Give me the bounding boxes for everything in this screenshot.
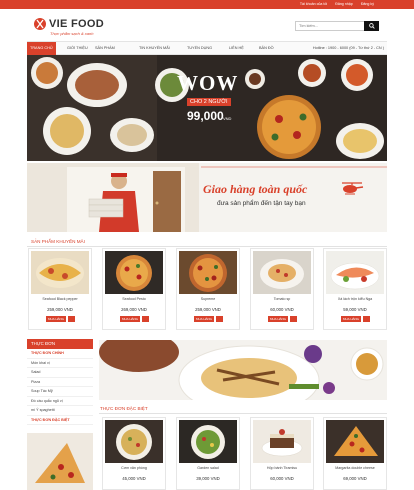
buy-button[interactable]: MUA HÀNG (120, 316, 141, 322)
buy-button[interactable]: MUA HÀNG (341, 316, 362, 322)
special-name[interactable]: Hộp bánh Tiramisu (251, 466, 313, 470)
product-name[interactable]: Tomato sp (251, 297, 313, 301)
buy-button[interactable]: MUA HÀNG (194, 316, 215, 322)
special-card[interactable]: Garden salad 39,000 VND (176, 417, 240, 490)
fork-knife-logo-icon (34, 18, 46, 30)
special-name[interactable]: Garden salad (177, 466, 239, 470)
special-image[interactable] (179, 420, 237, 463)
cart-icon[interactable] (290, 316, 297, 322)
search-input[interactable] (296, 22, 364, 30)
cart-icon[interactable] (142, 316, 149, 322)
nav-contact[interactable]: LIÊN HỆ (229, 42, 244, 55)
banner-headline: WOW (177, 71, 239, 95)
sidebar-promo-image[interactable] (27, 433, 93, 490)
sidebar-item-spaghetti[interactable]: mì Ý spaghetti (27, 406, 93, 416)
product-name[interactable]: Seafood Pesto (103, 297, 165, 301)
special-price: 69,000 VND (343, 476, 367, 481)
sidebar-item-salad[interactable]: Salad (27, 368, 93, 378)
brand-name[interactable]: VIE FOOD (49, 18, 104, 30)
product-image[interactable] (105, 251, 163, 294)
product-price: 60,000 VND (270, 307, 294, 312)
search-icon (368, 23, 375, 29)
product-name[interactable]: Seafood Black pepper (29, 297, 91, 301)
nav-promotions[interactable]: TIN KHUYẾN MÃI (139, 42, 170, 55)
hero-banner[interactable]: WOW CHO 2 NGƯỜI 99,000 VND (27, 55, 387, 161)
special-price: 39,000 VND (196, 476, 220, 481)
product-card[interactable]: Xá lách trộn kiểu Nga 59,000 VND MUA HÀN… (323, 248, 387, 330)
special-menu-banner[interactable] (99, 340, 387, 400)
special-divider (99, 413, 387, 414)
banner-currency: VND (223, 116, 232, 121)
promo-divider (27, 246, 387, 247)
special-image[interactable] (253, 420, 311, 463)
brand-tagline: Thực phẩm sạch & xanh (50, 31, 94, 36)
top-bar: Tài khoản của tôi Đăng nhập Đăng ký (0, 0, 414, 9)
helicopter-icon (342, 182, 364, 195)
product-price: 259,000 VND (47, 307, 73, 312)
special-price: 45,000 VND (122, 476, 146, 481)
buy-button[interactable]: MUA HÀNG (268, 316, 289, 322)
register-link[interactable]: Đăng ký (361, 2, 374, 6)
sidebar-item-soup[interactable]: Soup Tác Mỹ (27, 387, 93, 397)
nav-map[interactable]: BẢN ĐỒ (259, 42, 274, 55)
product-image[interactable] (253, 251, 311, 294)
main-nav: TRANG CHỦ GIỚI THIỆU SẢN PHẨM TIN KHUYẾN… (27, 41, 387, 55)
sidebar-item-grill[interactable]: Đồ cầu quắc ngũ vị (27, 397, 93, 406)
login-link[interactable]: Đăng nhập (335, 2, 353, 6)
special-image[interactable] (105, 420, 163, 463)
special-name[interactable]: Margarita double cheese (324, 466, 386, 470)
product-image[interactable] (179, 251, 237, 294)
nav-careers[interactable]: TUYỂN DỤNG (187, 42, 212, 55)
sidebar-menu: THỰC ĐƠN THỰC ĐƠN CHÍNH Món khai vị Sala… (27, 339, 93, 425)
special-section-title: THỰC ĐƠN ĐẶC BIỆT (100, 406, 148, 411)
product-image[interactable] (326, 251, 384, 294)
nav-home[interactable]: TRANG CHỦ (27, 42, 56, 55)
product-image[interactable] (31, 251, 89, 294)
cart-icon[interactable] (216, 316, 223, 322)
delivery-subtitle: đưa sản phẩm đến tận tay bạn (217, 200, 306, 207)
buy-button[interactable]: MUA HÀNG (46, 316, 67, 322)
hotline-text: Hotline : 1900 - 6000 (09 - Từ thứ 2 - C… (312, 46, 384, 50)
special-card[interactable]: Margarita double cheese 69,000 VND (323, 417, 387, 490)
promo-section-title: SẢN PHẨM KHUYẾN MÃI (31, 239, 85, 244)
nav-about[interactable]: GIỚI THIỆU (67, 42, 88, 55)
sidebar-item-special-menu[interactable]: THỰC ĐƠN ĐẶC BIỆT (27, 416, 93, 425)
product-price: 259,000 VND (195, 307, 221, 312)
special-image[interactable] (326, 420, 384, 463)
special-name[interactable]: Cơm văn phòng (103, 466, 165, 470)
delivery-title: Giao hàng toàn quốc (203, 182, 308, 196)
sidebar-item-main-menu[interactable]: THỰC ĐƠN CHÍNH (27, 349, 93, 359)
header: VIE FOOD Thực phẩm sạch & xanh (27, 9, 387, 41)
search-button[interactable] (364, 21, 379, 31)
nav-products[interactable]: SẢN PHẨM (95, 42, 115, 55)
product-card[interactable]: Seafood Black pepper 259,000 VND MUA HÀN… (28, 248, 92, 330)
sidebar-item-appetizers[interactable]: Món khai vị (27, 359, 93, 368)
product-price: 59,000 VND (343, 307, 367, 312)
product-card[interactable]: Tomato sp 60,000 VND MUA HÀNG (250, 248, 314, 330)
special-card[interactable]: Cơm văn phòng 45,000 VND (102, 417, 166, 490)
product-name[interactable]: Xá lách trộn kiểu Nga (324, 297, 386, 301)
product-card[interactable]: Seafood Pesto 269,000 VND MUA HÀNG (102, 248, 166, 330)
banner-subtitle: CHO 2 NGƯỜI (187, 98, 231, 106)
special-price: 60,000 VND (270, 476, 294, 481)
delivery-image (27, 163, 387, 232)
product-card[interactable]: Supreme 259,000 VND MUA HÀNG (176, 248, 240, 330)
account-link[interactable]: Tài khoản của tôi (300, 2, 327, 6)
special-card[interactable]: Hộp bánh Tiramisu 60,000 VND (250, 417, 314, 490)
banner-price: 99,000 (187, 109, 224, 123)
search-box (295, 21, 379, 31)
sidebar-title: THỰC ĐƠN (27, 339, 93, 349)
product-name[interactable]: Supreme (177, 297, 239, 301)
delivery-banner[interactable]: Giao hàng toàn quốc đưa sản phẩm đến tận… (27, 163, 387, 232)
cart-icon[interactable] (363, 316, 370, 322)
product-price: 269,000 VND (121, 307, 147, 312)
cart-icon[interactable] (68, 316, 75, 322)
sidebar-item-pizza[interactable]: Pizza (27, 378, 93, 387)
